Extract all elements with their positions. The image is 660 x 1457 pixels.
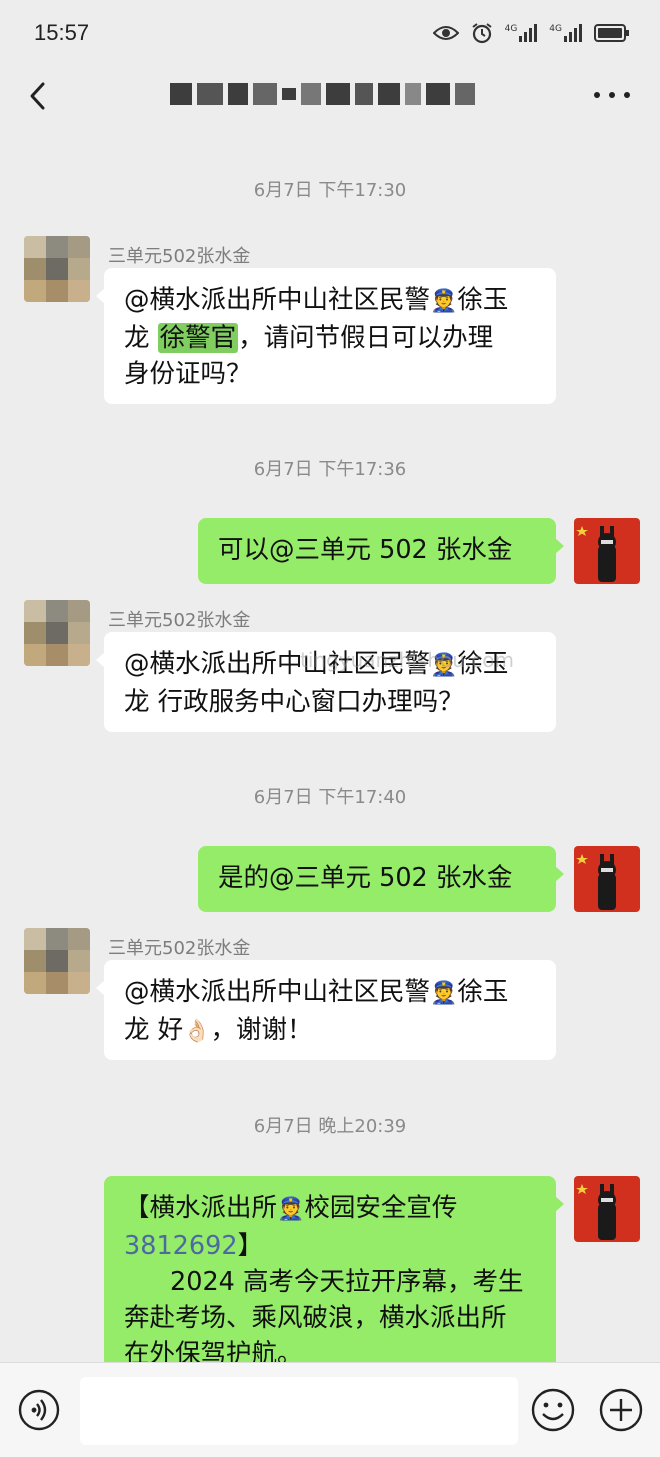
- message-input[interactable]: [80, 1377, 518, 1445]
- message-text: 是的@三单元 502 张水金: [218, 863, 513, 893]
- message-text: 徐玉: [457, 977, 509, 1007]
- signal-icon-2: 4G: [549, 24, 582, 42]
- message-line: 龙 行政服务中心窗口办理吗？: [124, 687, 464, 717]
- police-officer-emoji: 👮: [430, 981, 458, 1006]
- police-officer-emoji: 👮: [430, 289, 458, 314]
- message-text: 2024 高考今天拉开序幕，考生: [170, 1267, 524, 1297]
- alarm-icon: [471, 23, 492, 44]
- message-bubble-mine[interactable]: 可以@三单元 502 张水金: [198, 518, 564, 584]
- message-line: 【横水派出所👮校园安全宣传: [124, 1190, 536, 1228]
- more-dots-icon[interactable]: [594, 80, 630, 110]
- mention-highlight[interactable]: 徐警官: [157, 323, 239, 353]
- message-text: 可以@三单元 502 张水金: [218, 535, 513, 565]
- avatar[interactable]: [574, 1176, 640, 1242]
- message-line: @横水派出所中山社区民警👮徐玉: [124, 974, 536, 1012]
- message-bubble[interactable]: @横水派出所中山社区民警👮徐玉 龙 徐警官，请问节假日可以办理 身份证吗？: [96, 268, 556, 404]
- message-line: 龙 徐警官，请问节假日可以办理: [124, 320, 536, 356]
- message-text: @横水派出所中山社区民警: [124, 977, 431, 1007]
- watermark: tingyuanzhishou.com: [300, 648, 515, 672]
- avatar[interactable]: [24, 236, 90, 302]
- avatar[interactable]: [24, 928, 90, 994]
- sender-name: 三单元502张水金: [108, 246, 251, 267]
- status-bar: 15:57 4G 4G: [0, 0, 660, 68]
- chat-header: [0, 68, 660, 124]
- input-bar: [0, 1362, 660, 1457]
- message-line: 2024 高考今天拉开序幕，考生: [124, 1264, 536, 1300]
- message-bubble-mine[interactable]: 是的@三单元 502 张水金: [198, 846, 564, 912]
- message-line: 奔赴考场、乘风破浪，横水派出所: [124, 1303, 507, 1333]
- timestamp: 6月7日 下午17:30: [253, 180, 407, 201]
- message-text: 】: [237, 1231, 264, 1261]
- message-text: @横水派出所中山社区民警: [124, 285, 431, 315]
- message-line: 3812692】: [124, 1228, 536, 1264]
- police-officer-emoji: 👮: [277, 1197, 305, 1222]
- ok-hand-emoji: 👌🏻: [183, 1019, 211, 1044]
- message-text: ，谢谢！: [210, 1015, 313, 1045]
- message-bubble[interactable]: @横水派出所中山社区民警👮徐玉 龙 行政服务中心窗口办理吗？: [96, 632, 556, 732]
- chat-title-pixelated: [170, 78, 490, 110]
- message-text: 【横水派出所: [124, 1193, 278, 1223]
- message-line: @横水派出所中山社区民警👮徐玉: [124, 282, 536, 320]
- signal-label: 4G: [504, 24, 518, 34]
- message-text: ，请问节假日可以办理: [238, 323, 494, 353]
- emoji-icon[interactable]: [530, 1387, 576, 1433]
- message-line: 身份证吗？: [124, 359, 252, 389]
- plus-icon[interactable]: [598, 1387, 644, 1433]
- message-bubble[interactable]: @横水派出所中山社区民警👮徐玉 龙 好👌🏻，谢谢！: [96, 960, 556, 1060]
- timestamp: 6月7日 下午17:36: [253, 459, 407, 480]
- eye-icon: [432, 26, 459, 40]
- signal-icon: 4G: [505, 24, 538, 42]
- message-bubble-mine[interactable]: 【横水派出所👮校园安全宣传 3812692】 2024 高考今天拉开序幕，考生 …: [104, 1176, 564, 1376]
- timestamp: 6月7日 晚上20:39: [253, 1116, 407, 1137]
- avatar[interactable]: [574, 518, 640, 584]
- message-text: 龙: [124, 323, 158, 353]
- avatar[interactable]: [574, 846, 640, 912]
- message-text: 龙 好: [124, 1015, 184, 1045]
- battery-icon: [594, 24, 629, 42]
- sender-name: 三单元502张水金: [108, 938, 251, 959]
- voice-icon[interactable]: [18, 1389, 60, 1431]
- status-time: 15:57: [34, 20, 90, 45]
- sender-name: 三单元502张水金: [108, 610, 251, 631]
- message-line: 龙 好👌🏻，谢谢！: [124, 1012, 536, 1050]
- message-text: 徐玉: [457, 285, 509, 315]
- timestamp: 6月7日 下午17:40: [253, 787, 407, 808]
- message-text: 校园安全宣传: [304, 1193, 458, 1223]
- back-chevron-icon[interactable]: [20, 76, 60, 116]
- avatar[interactable]: [24, 600, 90, 666]
- signal-label-2: 4G: [549, 24, 562, 34]
- phone-number-link[interactable]: 3812692: [124, 1231, 238, 1261]
- status-icons: 4G 4G: [432, 22, 630, 44]
